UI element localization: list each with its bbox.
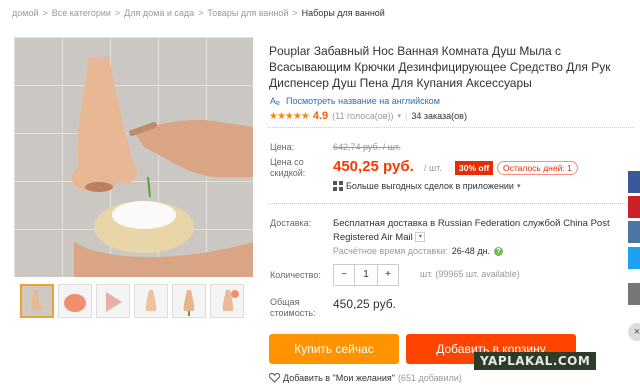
total-label-2: стоимость: bbox=[270, 308, 316, 318]
close-icon[interactable]: × bbox=[628, 323, 640, 341]
quantity-stepper: − 1 + bbox=[333, 264, 399, 286]
app-deals-label: Больше выгодных сделок в приложении bbox=[346, 181, 514, 191]
translate-label: Посмотреть название на английском bbox=[286, 95, 440, 106]
svg-text:ɐ: ɐ bbox=[276, 100, 280, 106]
days-left-badge: Осталось дней: 1 bbox=[497, 161, 578, 175]
divider bbox=[268, 127, 635, 128]
product-title: Pouplar Забавный Нос Ванная Комната Душ … bbox=[269, 44, 611, 90]
thumbnail[interactable] bbox=[134, 284, 168, 318]
chevron-down-icon[interactable]: ▾ bbox=[398, 112, 402, 120]
quantity-label: Количество: bbox=[270, 270, 321, 280]
wishlist-label: Добавить в "Мои желания" bbox=[283, 373, 395, 383]
breadcrumb-bathroom[interactable]: Товары для ванной bbox=[207, 8, 288, 18]
old-price: 642,74 руб. / шт. bbox=[333, 142, 401, 152]
price-label: Цена: bbox=[270, 142, 295, 152]
quantity-input[interactable]: 1 bbox=[354, 265, 378, 285]
orders-count: 34 заказа(ов) bbox=[411, 111, 467, 121]
share-toggle-icon[interactable] bbox=[628, 283, 640, 305]
rating-value: 4.9 bbox=[312, 110, 329, 122]
vk-share-icon[interactable] bbox=[628, 221, 640, 243]
delivery-time: Расчётное время доставки: 26-48 дн. ? bbox=[333, 246, 504, 256]
per-unit: / шт. bbox=[424, 163, 442, 173]
buy-now-button[interactable]: Купить сейчас bbox=[269, 334, 399, 364]
rating-row: ★★★★★ 4.9 (11 голоса(ов)) ▾ | 34 заказа(… bbox=[269, 110, 467, 122]
thumbnail[interactable] bbox=[210, 284, 244, 318]
increase-button[interactable]: + bbox=[378, 265, 398, 285]
shipping-method: Бесплатная доставка в Russian Federation… bbox=[333, 218, 610, 243]
watermark: YAPLAKAL.COM bbox=[474, 352, 597, 370]
decrease-button[interactable]: − bbox=[334, 265, 354, 285]
shipping-label: Доставка: bbox=[270, 218, 312, 228]
delivery-time-label: Расчётное время доставки: bbox=[333, 246, 448, 256]
pinterest-share-icon[interactable] bbox=[628, 196, 640, 218]
thumbnail[interactable] bbox=[58, 284, 92, 318]
breadcrumb-home[interactable]: домой bbox=[12, 8, 38, 18]
separator: | bbox=[405, 111, 408, 121]
translate-title-link[interactable]: Aɐ Посмотреть название на английском bbox=[270, 95, 440, 107]
discount-badge: 30% off bbox=[455, 161, 494, 175]
thumbnail[interactable] bbox=[20, 284, 54, 318]
breadcrumb-all-categories[interactable]: Все категории bbox=[52, 8, 111, 18]
sale-price-label-1: Цена со bbox=[270, 157, 304, 167]
breadcrumb-bath-sets: Наборы для ванной bbox=[301, 8, 385, 18]
divider bbox=[268, 203, 635, 204]
facebook-share-icon[interactable] bbox=[628, 171, 640, 193]
thumbnail[interactable] bbox=[96, 284, 130, 318]
delivery-time-value: 26-48 дн. bbox=[451, 246, 491, 256]
heart-icon bbox=[269, 373, 280, 383]
shipping-info: Бесплатная доставка в Russian Federation… bbox=[333, 217, 629, 245]
app-deals-link[interactable]: Больше выгодных сделок в приложении ▾ bbox=[333, 181, 520, 191]
wishlist-count: (651 добавили) bbox=[397, 373, 462, 383]
sale-price-label-2: скидкой: bbox=[270, 168, 306, 178]
grid-icon bbox=[333, 181, 343, 191]
chevron-down-icon: ▾ bbox=[516, 183, 521, 190]
wishlist-link[interactable]: Добавить в "Мои желания" (651 добавили) bbox=[269, 373, 462, 383]
total-label-1: Общая bbox=[270, 297, 300, 307]
translate-icon: Aɐ bbox=[270, 96, 280, 106]
star-rating-icon: ★★★★★ bbox=[269, 110, 310, 122]
thumbnail-strip bbox=[20, 284, 244, 318]
total-price: 450,25 руб. bbox=[333, 297, 396, 311]
thumbnail[interactable] bbox=[172, 284, 206, 318]
breadcrumb: домой > Все категории > Для дома и сада > Това… bbox=[12, 8, 385, 18]
product-main-image[interactable] bbox=[14, 37, 253, 277]
sale-price: 450,25 руб. bbox=[333, 158, 414, 175]
help-icon[interactable]: ? bbox=[494, 246, 504, 256]
quantity-available: шт. (99965 шт. available) bbox=[420, 269, 520, 279]
rating-votes-link[interactable]: (11 голоса(ов)) bbox=[332, 111, 393, 121]
twitter-share-icon[interactable] bbox=[628, 247, 640, 269]
shipping-method-dropdown[interactable]: ▾ bbox=[415, 232, 426, 243]
breadcrumb-home-garden[interactable]: Для дома и сада bbox=[124, 8, 194, 18]
